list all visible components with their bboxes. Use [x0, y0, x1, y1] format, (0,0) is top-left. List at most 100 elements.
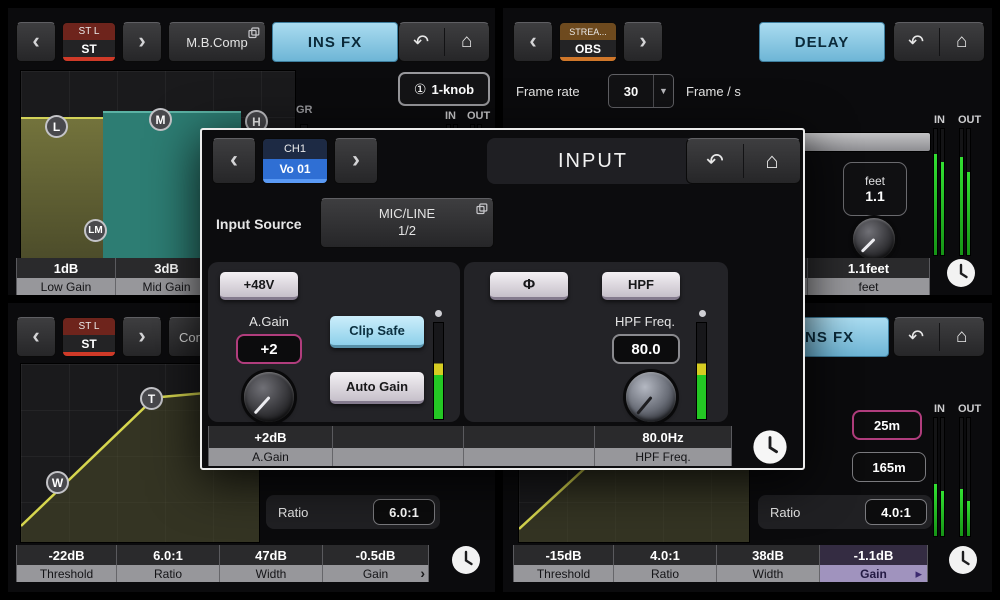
undo-icon: ↶: [908, 31, 925, 53]
param-footer: -15dB Threshold 4.0:1 Ratio 38dB Width -…: [513, 545, 928, 582]
footer-cell-ratio[interactable]: 6.0:1 Ratio: [117, 545, 220, 582]
prev-channel-button[interactable]: ‹: [16, 317, 56, 357]
input-source-label: Input Source: [216, 216, 302, 232]
footer-value: [333, 426, 464, 448]
circled-one-icon: ①: [413, 80, 427, 97]
footer-label: [333, 448, 464, 466]
clip-safe-button[interactable]: Clip Safe: [330, 316, 424, 348]
channel-name-bottom: ST: [81, 41, 97, 56]
copy-icon: [248, 27, 260, 39]
input-source-line1: MIC/LINE: [378, 206, 436, 222]
footer-value: -22dB: [16, 545, 117, 565]
process-label: M.B.Comp: [186, 34, 248, 50]
home-button[interactable]: ⌂: [940, 23, 985, 61]
clock-icon: [947, 259, 975, 287]
analog-gain-value-box[interactable]: +2: [236, 334, 302, 364]
footer-cell-hpf-freq[interactable]: 80.0Hz HPF Freq.: [595, 426, 732, 466]
input-dialog: ‹ CH1 Vo 01 › INPUT ↶ ⌂ Input Source MIC…: [200, 128, 805, 470]
phase-label: Φ: [522, 276, 536, 293]
prev-channel-button[interactable]: ‹: [16, 22, 56, 62]
channel-color-bar: [560, 57, 616, 61]
out-meter: [959, 417, 971, 537]
in-label: IN: [445, 110, 456, 122]
hpf-freq-knob[interactable]: [626, 372, 676, 422]
channel-select-button[interactable]: ST L ST: [62, 317, 116, 357]
analog-gain-knob[interactable]: [244, 372, 294, 422]
channel-color-bar: [63, 57, 115, 61]
nav-group: ↶ ⌂: [893, 22, 985, 62]
frame-rate-select[interactable]: 30 ▼: [608, 74, 674, 108]
tab-label: INS FX: [799, 328, 855, 346]
prev-channel-button[interactable]: ‹: [513, 22, 553, 62]
tab-delay[interactable]: DELAY: [759, 22, 885, 62]
next-channel-button[interactable]: ›: [122, 317, 162, 357]
frame-rate-value: 30: [623, 83, 639, 99]
footer-cell-again[interactable]: +2dB A.Gain: [208, 426, 333, 466]
width-handle[interactable]: W: [46, 471, 69, 494]
footer-label: Threshold: [513, 565, 614, 582]
home-button[interactable]: ⌂: [445, 23, 490, 61]
phantom-label: +48V: [243, 277, 275, 292]
clock-icon: [452, 546, 480, 574]
chevron-left-icon: ‹: [32, 322, 40, 348]
footer-label: Width: [220, 565, 323, 582]
home-button[interactable]: ⌂: [744, 139, 800, 183]
home-icon: ⌂: [956, 31, 968, 52]
next-channel-button[interactable]: ›: [334, 138, 378, 184]
next-page-arrow-icon[interactable]: ›: [420, 565, 425, 581]
hpf-label: HPF: [628, 277, 654, 292]
delay-time-button[interactable]: [937, 252, 985, 294]
footer-label: HPF Freq.: [595, 448, 732, 466]
hpf-button[interactable]: HPF: [602, 272, 680, 300]
hpf-freq-value-box[interactable]: 80.0: [612, 334, 680, 364]
one-knob-button[interactable]: ① 1-knob: [398, 72, 490, 106]
input-source-button[interactable]: MIC/LINE 1/2: [320, 198, 494, 248]
home-button[interactable]: ⌂: [940, 318, 985, 356]
footer-cell-gain-selected[interactable]: -1.1dB Gain ▸: [820, 545, 928, 582]
undo-button[interactable]: ↶: [399, 23, 444, 61]
delay-time-button[interactable]: [442, 537, 490, 583]
footer-cell-threshold[interactable]: -15dB Threshold: [513, 545, 614, 582]
footer-value: 6.0:1: [117, 545, 220, 565]
undo-button[interactable]: ↶: [894, 23, 939, 61]
next-channel-button[interactable]: ›: [122, 22, 162, 62]
footer-cell-gain[interactable]: -0.5dB Gain ›: [323, 545, 429, 582]
footer-cell-threshold[interactable]: -22dB Threshold: [16, 545, 117, 582]
delay-time-button[interactable]: [738, 424, 802, 470]
threshold-handle[interactable]: T: [140, 387, 163, 410]
next-channel-button[interactable]: ›: [623, 22, 663, 62]
delay-fine-value-box[interactable]: 25m: [852, 410, 922, 440]
delay-value-box[interactable]: 165m: [852, 452, 926, 482]
footer-value: 4.0:1: [614, 545, 717, 565]
value-text: +2: [260, 340, 278, 358]
ratio-label: Ratio: [770, 504, 801, 520]
prev-channel-button[interactable]: ‹: [212, 138, 256, 184]
phantom-power-button[interactable]: +48V: [220, 272, 298, 300]
process-select-button[interactable]: M.B.Comp: [168, 22, 266, 62]
undo-button[interactable]: ↶: [894, 318, 939, 356]
footer-cell-low-gain[interactable]: 1dB Low Gain: [16, 258, 116, 295]
footer-label: [464, 448, 595, 466]
clock-icon: [753, 430, 787, 464]
low-mid-crossover-handle[interactable]: LM: [84, 219, 107, 242]
mid-band-handle[interactable]: M: [149, 108, 172, 131]
footer-cell-ratio[interactable]: 4.0:1 Ratio: [614, 545, 717, 582]
undo-button[interactable]: ↶: [687, 139, 743, 183]
channel-select-button[interactable]: CH1 Vo 01: [262, 138, 328, 184]
ratio-value-box[interactable]: 4.0:1: [865, 499, 927, 525]
ratio-value-box[interactable]: 6.0:1: [373, 499, 435, 525]
phase-button[interactable]: Φ: [490, 272, 568, 300]
channel-name-top: STREA...: [560, 23, 616, 40]
footer-cell-feet[interactable]: 1.1feet feet: [808, 258, 930, 295]
footer-cell-width[interactable]: 38dB Width: [717, 545, 820, 582]
auto-gain-button[interactable]: Auto Gain: [330, 372, 424, 404]
delay-time-button[interactable]: [939, 537, 987, 583]
channel-select-button[interactable]: ST L ST: [62, 22, 116, 62]
nav-group: ↶ ⌂: [398, 22, 490, 62]
delay-value-box[interactable]: feet 1.1: [843, 162, 907, 216]
channel-select-button[interactable]: STREA... OBS: [559, 22, 617, 62]
tab-ins-fx[interactable]: INS FX: [272, 22, 398, 62]
footer-cell-width[interactable]: 47dB Width: [220, 545, 323, 582]
low-band-handle[interactable]: L: [45, 115, 68, 138]
delay-knob[interactable]: [853, 218, 895, 260]
